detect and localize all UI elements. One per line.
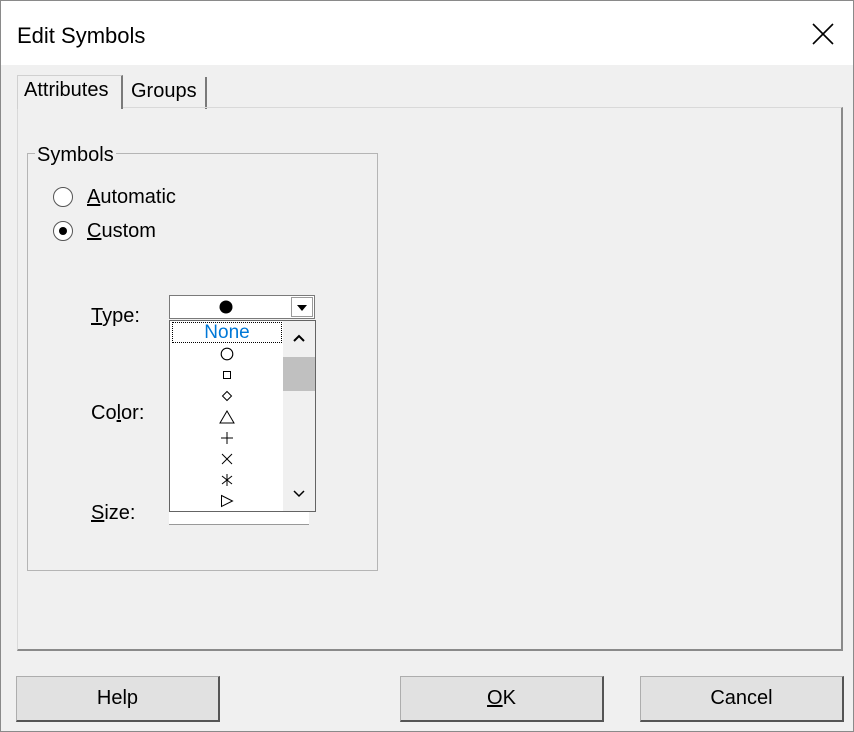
- cross-icon: [221, 453, 233, 464]
- type-option-asterisk[interactable]: [172, 469, 282, 490]
- custom-radio-circle[interactable]: [53, 221, 73, 241]
- triangle-icon: [219, 409, 235, 423]
- type-combobox[interactable]: [169, 295, 315, 319]
- scroll-down-button[interactable]: [283, 477, 315, 511]
- custom-radio[interactable]: Custom: [53, 218, 156, 244]
- plus-icon: [221, 431, 233, 444]
- type-option-plus[interactable]: [172, 427, 282, 448]
- diamond-icon: [221, 390, 233, 401]
- color-label: Color:: [91, 402, 145, 424]
- type-option-triangle[interactable]: [172, 406, 282, 427]
- symbols-group-title: Symbols: [35, 144, 116, 167]
- type-dropdown-list: None: [169, 320, 316, 512]
- title-bar: Edit Symbols: [1, 1, 853, 65]
- automatic-radio[interactable]: Automatic: [53, 184, 176, 210]
- circle-icon: [220, 347, 234, 360]
- custom-radio-label: Custom: [87, 219, 156, 242]
- window-title: Edit Symbols: [17, 23, 146, 48]
- tab-groups[interactable]: Groups: [125, 77, 207, 109]
- type-option-cross[interactable]: [172, 448, 282, 469]
- dropdown-scrollbar[interactable]: [283, 321, 315, 511]
- type-option-triangle-right[interactable]: [172, 490, 282, 511]
- automatic-radio-label: Automatic: [87, 185, 176, 208]
- ok-button[interactable]: OK: [400, 676, 604, 722]
- filled-circle-icon: [218, 299, 234, 320]
- type-label: Type:: [91, 305, 140, 327]
- type-option-diamond[interactable]: [172, 385, 282, 406]
- edit-symbols-dialog: Edit Symbols Attributes Groups Symbols A…: [0, 0, 854, 732]
- type-options: None: [170, 321, 283, 511]
- scroll-up-button[interactable]: [283, 321, 315, 355]
- type-option-none[interactable]: None: [172, 322, 282, 343]
- tab-attributes[interactable]: Attributes: [17, 75, 123, 109]
- type-option-square[interactable]: [172, 364, 282, 385]
- help-button[interactable]: Help: [16, 676, 220, 722]
- chevron-down-icon[interactable]: [291, 297, 313, 317]
- type-option-circle[interactable]: [172, 343, 282, 364]
- cancel-button[interactable]: Cancel: [640, 676, 844, 722]
- close-button[interactable]: [801, 13, 845, 55]
- chevron-down-icon: [293, 490, 305, 498]
- chevron-up-icon: [293, 334, 305, 342]
- automatic-radio-circle[interactable]: [53, 187, 73, 207]
- square-icon: [223, 370, 231, 379]
- triangle-right-icon: [221, 494, 234, 507]
- close-icon: [812, 23, 834, 45]
- size-label: Size:: [91, 502, 136, 524]
- asterisk-icon: [221, 473, 233, 486]
- scroll-thumb[interactable]: [283, 357, 315, 391]
